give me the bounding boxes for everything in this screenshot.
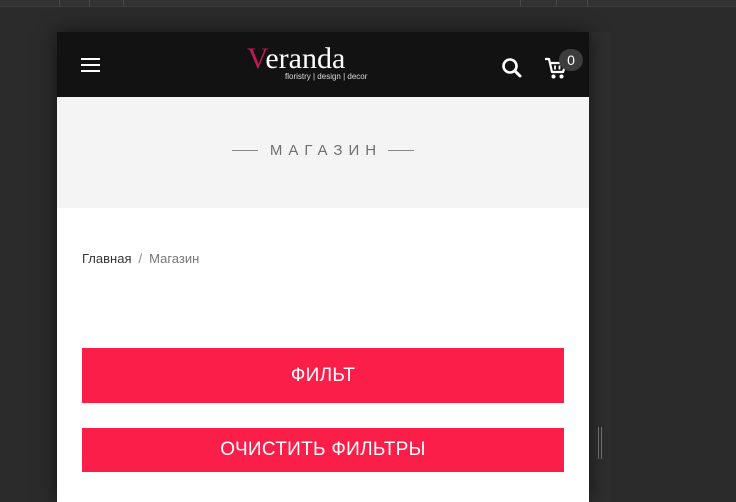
page-title-row: МАГАЗИН (57, 142, 589, 164)
page-title: МАГАЗИН (269, 142, 383, 159)
title-decor-line (388, 150, 415, 151)
logo-initial: V (247, 42, 266, 75)
devtools-toolbar-strip (0, 0, 736, 7)
mobile-viewport: Veranda floristry | design | decor 0 МАГ… (57, 32, 589, 502)
logo-wordmark: Veranda (247, 44, 345, 74)
viewport-resize-handle[interactable] (598, 427, 604, 459)
page-title-banner: МАГАЗИН (57, 97, 589, 208)
breadcrumb-current: Магазин (149, 251, 200, 266)
toolbar-divider (520, 0, 521, 6)
toolbar-divider (89, 0, 90, 6)
toolbar-divider (556, 0, 557, 6)
toolbar-divider (59, 0, 60, 6)
breadcrumb-home-link[interactable]: Главная (82, 251, 131, 266)
toolbar-divider (123, 0, 124, 6)
clear-filters-button[interactable]: ОЧИСТИТЬ ФИЛЬТРЫ (82, 428, 564, 472)
site-logo[interactable]: Veranda floristry | design | decor (247, 44, 372, 86)
filter-button[interactable]: ФИЛЬТ (82, 348, 564, 403)
toolbar-divider (587, 0, 588, 6)
logo-text: eranda (265, 42, 346, 75)
breadcrumb-separator: / (138, 251, 143, 266)
breadcrumb: Главная / Магазин (82, 251, 199, 266)
title-decor-line (231, 150, 258, 151)
site-header: Veranda floristry | design | decor 0 (57, 32, 589, 97)
logo-tagline: floristry | design | decor (285, 72, 368, 81)
hamburger-menu-icon[interactable] (81, 57, 101, 73)
search-icon[interactable] (501, 57, 523, 79)
cart-count-badge: 0 (559, 49, 583, 71)
